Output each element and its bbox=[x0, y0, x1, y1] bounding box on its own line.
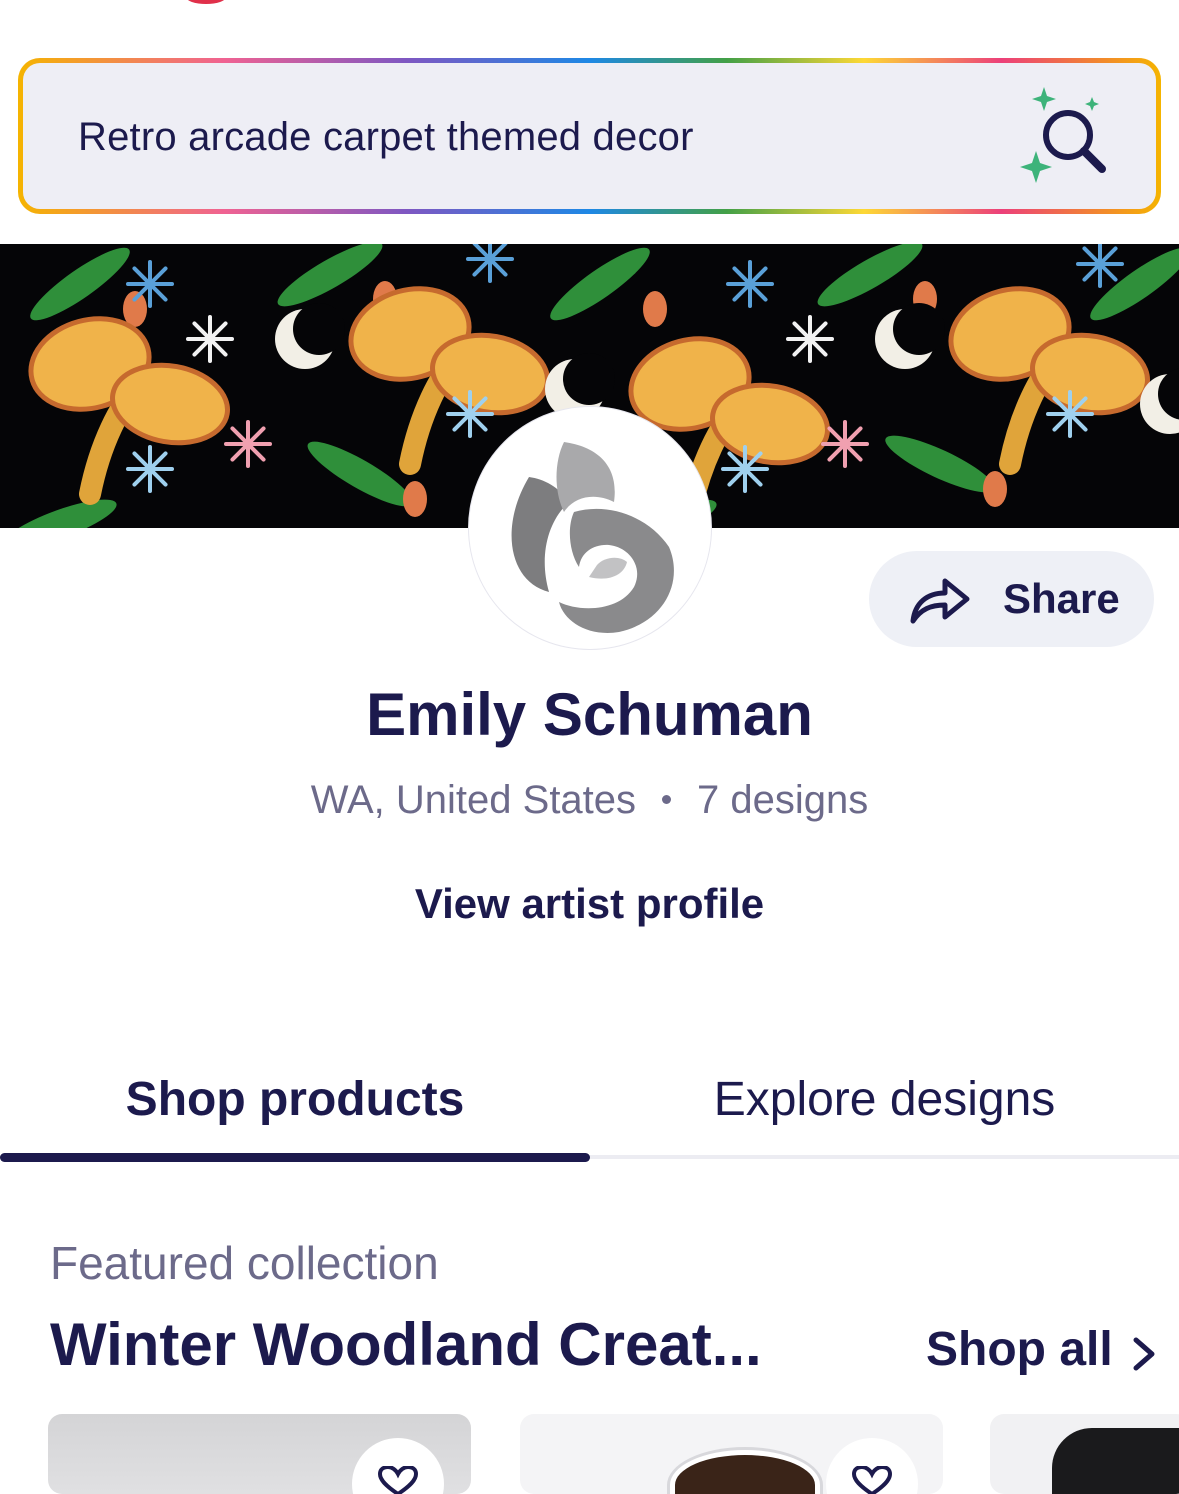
product-card[interactable] bbox=[990, 1414, 1179, 1494]
shop-all-link[interactable]: Shop all bbox=[926, 1322, 1113, 1377]
share-button[interactable]: Share bbox=[869, 551, 1154, 647]
favorite-button[interactable] bbox=[352, 1438, 444, 1494]
avatar bbox=[469, 407, 711, 649]
product-sticker-image bbox=[670, 1450, 820, 1494]
active-tab-indicator bbox=[0, 1153, 590, 1162]
search-input[interactable]: Retro arcade carpet themed decor bbox=[78, 115, 694, 160]
view-artist-profile-link[interactable]: View artist profile bbox=[0, 880, 1179, 928]
separator-dot bbox=[662, 794, 672, 804]
collection-title[interactable]: Winter Woodland Creat... bbox=[50, 1310, 762, 1379]
share-arrow-icon bbox=[910, 578, 970, 624]
product-card[interactable] bbox=[520, 1414, 943, 1494]
artist-meta: WA, United States 7 designs bbox=[0, 778, 1179, 823]
status-indicator bbox=[186, 0, 226, 4]
design-count: 7 designs bbox=[697, 778, 869, 822]
heart-icon bbox=[378, 1466, 418, 1494]
product-card[interactable] bbox=[48, 1414, 471, 1494]
artist-name: Emily Schuman bbox=[366, 681, 813, 748]
tab-shop-products[interactable]: Shop products bbox=[0, 1072, 590, 1127]
artist-logo-icon bbox=[511, 442, 674, 633]
tab-explore-designs[interactable]: Explore designs bbox=[590, 1072, 1179, 1127]
chevron-right-icon[interactable] bbox=[1128, 1334, 1160, 1374]
sparkle-search-icon[interactable] bbox=[1014, 83, 1114, 193]
share-label: Share bbox=[1003, 575, 1120, 622]
artist-location: WA, United States bbox=[310, 778, 637, 822]
favorite-button[interactable] bbox=[826, 1438, 918, 1494]
search-bar[interactable]: Retro arcade carpet themed decor bbox=[18, 58, 1161, 214]
featured-label: Featured collection bbox=[50, 1237, 439, 1289]
heart-icon bbox=[852, 1466, 892, 1494]
product-shirt-image bbox=[1052, 1428, 1179, 1494]
search-field-container[interactable]: Retro arcade carpet themed decor bbox=[23, 63, 1156, 209]
